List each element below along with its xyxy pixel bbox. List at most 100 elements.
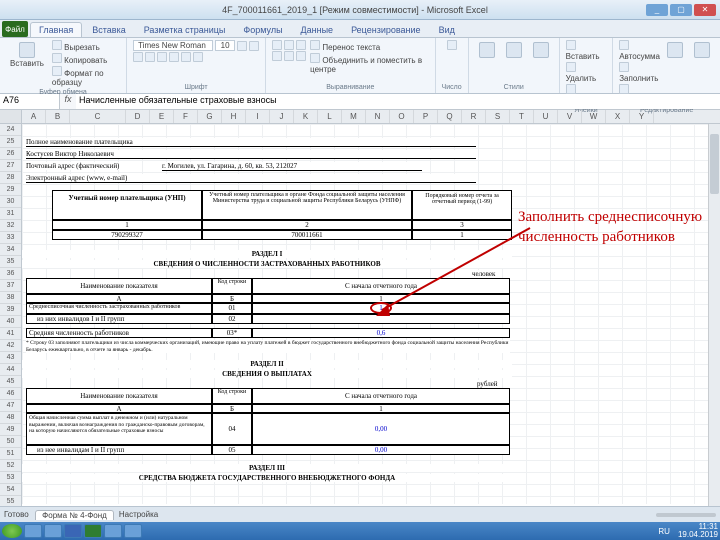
col-header-Q[interactable]: Q bbox=[438, 110, 462, 123]
number-format-icon[interactable] bbox=[447, 40, 457, 50]
bold-icon[interactable] bbox=[133, 52, 143, 62]
task-app-icon[interactable] bbox=[104, 524, 122, 538]
cond-format-button[interactable] bbox=[475, 40, 499, 60]
border-icon[interactable] bbox=[169, 52, 179, 62]
row-header[interactable]: 31 bbox=[0, 208, 21, 220]
wrap-text-button[interactable]: Перенос текста bbox=[310, 40, 380, 52]
col-header-X[interactable]: X bbox=[606, 110, 630, 123]
fill-button[interactable]: Заполнить bbox=[619, 62, 660, 83]
task-app2-icon[interactable] bbox=[124, 524, 142, 538]
select-all-corner[interactable] bbox=[0, 110, 22, 123]
row-header[interactable]: 26 bbox=[0, 148, 21, 160]
col-header-F[interactable]: F bbox=[174, 110, 198, 123]
col-header-J[interactable]: J bbox=[270, 110, 294, 123]
window-minimize-button[interactable]: _ bbox=[646, 4, 668, 16]
row-header[interactable]: 34 bbox=[0, 244, 21, 256]
row-header[interactable]: 37 bbox=[0, 280, 21, 292]
vertical-scrollbar[interactable] bbox=[708, 124, 720, 506]
scrollbar-thumb[interactable] bbox=[710, 134, 719, 194]
col-header-A[interactable]: A bbox=[22, 110, 46, 123]
align-center-icon[interactable] bbox=[284, 51, 294, 61]
col-header-R[interactable]: R bbox=[462, 110, 486, 123]
align-left-icon[interactable] bbox=[272, 51, 282, 61]
font-size-select[interactable]: 10 bbox=[215, 40, 235, 51]
sheet-tab[interactable]: Форма № 4-Фонд bbox=[35, 510, 114, 520]
align-middle-icon[interactable] bbox=[284, 40, 294, 50]
align-right-icon[interactable] bbox=[296, 51, 306, 61]
row-header[interactable]: 42 bbox=[0, 340, 21, 352]
font-name-select[interactable]: Times New Roman bbox=[133, 40, 213, 51]
zoom-slider[interactable] bbox=[656, 513, 716, 517]
window-maximize-button[interactable]: ▢ bbox=[670, 4, 692, 16]
row-header[interactable]: 45 bbox=[0, 376, 21, 388]
col-header-L[interactable]: L bbox=[318, 110, 342, 123]
col-header-N[interactable]: N bbox=[366, 110, 390, 123]
col-header-V[interactable]: V bbox=[558, 110, 582, 123]
row-header[interactable]: 47 bbox=[0, 400, 21, 412]
task-word-icon[interactable] bbox=[64, 524, 82, 538]
italic-icon[interactable] bbox=[145, 52, 155, 62]
col-header-P[interactable]: P bbox=[414, 110, 438, 123]
task-excel-icon[interactable] bbox=[84, 524, 102, 538]
tray-lang[interactable]: RU bbox=[658, 527, 670, 536]
row51-val[interactable]: 0,6 bbox=[252, 328, 510, 338]
merge-button[interactable]: Объединить и поместить в центре bbox=[310, 53, 428, 74]
tab-home[interactable]: Главная bbox=[30, 22, 82, 37]
col-header-K[interactable]: K bbox=[294, 110, 318, 123]
tab-page-layout[interactable]: Разметка страницы bbox=[136, 23, 234, 37]
underline-icon[interactable] bbox=[157, 52, 167, 62]
row60-val[interactable]: 0,00 bbox=[252, 413, 510, 445]
row-header[interactable]: 49 bbox=[0, 424, 21, 436]
row-header[interactable]: 32 bbox=[0, 220, 21, 232]
col-header-O[interactable]: O bbox=[390, 110, 414, 123]
col-header-W[interactable]: W bbox=[582, 110, 606, 123]
file-tab[interactable]: Файл bbox=[2, 21, 28, 37]
col-header-G[interactable]: G bbox=[198, 110, 222, 123]
row-header[interactable]: 39 bbox=[0, 304, 21, 316]
fill-color-icon[interactable] bbox=[181, 52, 191, 62]
row-header[interactable]: 27 bbox=[0, 160, 21, 172]
sheet-nav[interactable]: Настройка bbox=[115, 510, 162, 519]
window-close-button[interactable]: ✕ bbox=[694, 4, 716, 16]
autosum-button[interactable]: Автосумма bbox=[619, 40, 660, 61]
tab-view[interactable]: Вид bbox=[431, 23, 463, 37]
row-header[interactable]: 24 bbox=[0, 124, 21, 136]
worksheet[interactable]: 2425262728293031323334353637383940414243… bbox=[0, 124, 720, 508]
tab-formulas[interactable]: Формулы bbox=[235, 23, 290, 37]
col-header-H[interactable]: H bbox=[222, 110, 246, 123]
col-header-C[interactable]: C bbox=[70, 110, 126, 123]
row-header[interactable]: 43 bbox=[0, 352, 21, 364]
tab-insert[interactable]: Вставка bbox=[84, 23, 133, 37]
tab-review[interactable]: Рецензирование bbox=[343, 23, 429, 37]
row49-val[interactable] bbox=[252, 314, 510, 324]
col-header-B[interactable]: B bbox=[46, 110, 70, 123]
row-header[interactable]: 48 bbox=[0, 412, 21, 424]
cut-button[interactable]: Вырезать bbox=[52, 40, 100, 52]
col-header-Y[interactable]: Y bbox=[630, 110, 654, 123]
row-header[interactable]: 30 bbox=[0, 196, 21, 208]
col-header-D[interactable]: D bbox=[126, 110, 150, 123]
task-explorer-icon[interactable] bbox=[24, 524, 42, 538]
copy-button[interactable]: Копировать bbox=[52, 53, 107, 65]
col-header-S[interactable]: S bbox=[486, 110, 510, 123]
align-top-icon[interactable] bbox=[272, 40, 282, 50]
col-header-E[interactable]: E bbox=[150, 110, 174, 123]
row-header[interactable]: 52 bbox=[0, 460, 21, 472]
row-header[interactable]: 28 bbox=[0, 172, 21, 184]
col-header-U[interactable]: U bbox=[534, 110, 558, 123]
format-painter-button[interactable]: Формат по образцу bbox=[52, 66, 120, 87]
grow-font-icon[interactable] bbox=[237, 41, 247, 51]
col-header-M[interactable]: M bbox=[342, 110, 366, 123]
col-header-I[interactable]: I bbox=[246, 110, 270, 123]
start-button[interactable] bbox=[2, 524, 22, 538]
row-header[interactable]: 44 bbox=[0, 364, 21, 376]
delete-cells-button[interactable]: Удалить bbox=[566, 62, 607, 83]
paste-button[interactable]: Вставить bbox=[6, 40, 48, 87]
col-header-T[interactable]: T bbox=[510, 110, 534, 123]
row-header[interactable]: 33 bbox=[0, 232, 21, 244]
name-box[interactable]: A76 bbox=[0, 94, 60, 109]
font-color-icon[interactable] bbox=[193, 52, 203, 62]
row-header[interactable]: 25 bbox=[0, 136, 21, 148]
row-header[interactable]: 36 bbox=[0, 268, 21, 280]
row-header[interactable]: 51 bbox=[0, 448, 21, 460]
